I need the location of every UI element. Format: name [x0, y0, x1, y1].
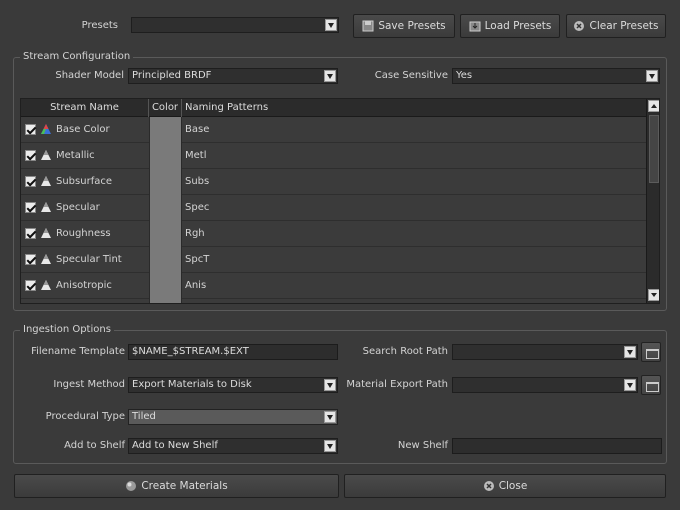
naming-pattern[interactable]: Spec [185, 195, 209, 220]
table-row[interactable]: Subsurface Subs [21, 169, 646, 195]
procedural-type-dropdown[interactable]: Tiled [128, 409, 338, 425]
chevron-down-icon [624, 346, 636, 358]
new-shelf-input[interactable] [452, 438, 662, 454]
table-row[interactable]: Anisotropic Anis [21, 273, 646, 299]
grayscale-stream-icon [41, 280, 51, 290]
naming-pattern[interactable]: Anis [185, 273, 206, 298]
material-export-path-dropdown[interactable] [452, 377, 638, 393]
close-button[interactable]: Close [344, 474, 666, 498]
column-header-naming-patterns[interactable]: Naming Patterns [182, 99, 646, 117]
shader-model-dropdown[interactable]: Principled BRDF [128, 68, 338, 84]
vertical-scrollbar[interactable] [646, 99, 659, 303]
stream-name: Base Color [56, 124, 110, 135]
load-icon [469, 21, 481, 32]
filename-template-label: Filename Template [31, 346, 125, 357]
color-swatch[interactable] [149, 195, 182, 221]
enable-checkbox[interactable] [25, 150, 36, 161]
naming-pattern[interactable]: Metl [185, 143, 206, 168]
search-root-path-dropdown[interactable] [452, 344, 638, 360]
chevron-down-icon [324, 440, 336, 452]
stream-table: Stream Name Color Naming Patterns Base C… [20, 98, 660, 304]
chevron-down-icon [651, 293, 657, 297]
table-row[interactable]: Specular Tint SpcT [21, 247, 646, 273]
color-swatch[interactable] [149, 117, 182, 143]
enable-checkbox[interactable] [25, 280, 36, 291]
case-sensitive-dropdown[interactable]: Yes [452, 68, 660, 84]
naming-pattern[interactable]: Subs [185, 169, 209, 194]
color-swatch [149, 299, 182, 303]
clear-icon [574, 21, 585, 31]
grayscale-stream-icon [41, 150, 51, 160]
naming-pattern[interactable]: Rgh [185, 221, 205, 246]
table-row-partial [21, 299, 646, 303]
naming-pattern[interactable]: SpcT [185, 247, 209, 272]
color-swatch[interactable] [149, 169, 182, 195]
presets-label: Presets [81, 20, 118, 31]
new-shelf-label: New Shelf [397, 440, 448, 451]
column-header-stream-name[interactable]: Stream Name [21, 99, 149, 117]
grayscale-stream-icon [41, 254, 51, 264]
clear-presets-button[interactable]: Clear Presets [566, 14, 666, 38]
folder-browse-icon[interactable] [641, 342, 661, 362]
close-icon [483, 481, 494, 491]
table-row[interactable]: Metallic Metl [21, 143, 646, 169]
procedural-type-label: Procedural Type [45, 411, 125, 422]
material-export-path-label: Material Export Path [346, 379, 448, 390]
case-sensitive-label: Case Sensitive [374, 70, 448, 81]
scroll-down-button[interactable] [648, 289, 659, 301]
presets-dropdown[interactable] [131, 17, 339, 33]
ingestion-options-title: Ingestion Options [20, 324, 114, 336]
enable-checkbox[interactable] [25, 228, 36, 239]
enable-checkbox[interactable] [25, 202, 36, 213]
scroll-thumb[interactable] [649, 115, 659, 183]
stream-name: Roughness [56, 228, 111, 239]
color-swatch[interactable] [149, 273, 182, 299]
grayscale-stream-icon [41, 176, 51, 186]
folder-browse-icon[interactable] [641, 375, 661, 395]
stream-name: Metallic [56, 150, 95, 161]
color-swatch[interactable] [149, 247, 182, 273]
add-to-shelf-dropdown[interactable]: Add to New Shelf [128, 438, 338, 454]
stream-table-header: Stream Name Color Naming Patterns [21, 99, 646, 117]
table-row[interactable]: Roughness Rgh [21, 221, 646, 247]
stream-name: Specular Tint [56, 254, 122, 265]
color-swatch[interactable] [149, 143, 182, 169]
ingest-method-dropdown[interactable]: Export Materials to Disk [128, 377, 338, 393]
search-root-path-label: Search Root Path [362, 346, 448, 357]
scroll-up-button[interactable] [648, 100, 659, 112]
grayscale-stream-icon [41, 228, 51, 238]
chevron-down-icon [646, 70, 658, 82]
grayscale-stream-icon [41, 202, 51, 212]
sphere-icon [126, 481, 137, 491]
color-stream-icon [41, 124, 51, 134]
chevron-down-icon [624, 379, 636, 391]
ingest-method-label: Ingest Method [53, 379, 125, 390]
enable-checkbox[interactable] [25, 254, 36, 265]
chevron-down-icon [324, 411, 336, 423]
save-presets-button[interactable]: Save Presets [353, 14, 455, 38]
save-icon [362, 20, 374, 32]
chevron-down-icon [325, 19, 337, 31]
shader-model-label: Shader Model [55, 70, 124, 81]
stream-name: Subsurface [56, 176, 112, 187]
table-row[interactable]: Specular Spec [21, 195, 646, 221]
chevron-down-icon [324, 70, 336, 82]
color-swatch[interactable] [149, 221, 182, 247]
add-to-shelf-label: Add to Shelf [64, 440, 125, 451]
filename-template-input[interactable]: $NAME_$STREAM.$EXT [128, 344, 338, 360]
stream-configuration-title: Stream Configuration [20, 51, 134, 63]
column-header-color[interactable]: Color [149, 99, 182, 117]
table-row[interactable]: Base Color Base [21, 117, 646, 143]
stream-name: Anisotropic [56, 280, 112, 291]
load-presets-button[interactable]: Load Presets [460, 14, 560, 38]
create-materials-button[interactable]: Create Materials [14, 474, 339, 498]
stream-name: Specular [56, 202, 100, 213]
enable-checkbox[interactable] [25, 124, 36, 135]
naming-pattern[interactable]: Base [185, 117, 209, 142]
chevron-up-icon [651, 104, 657, 108]
enable-checkbox[interactable] [25, 176, 36, 187]
